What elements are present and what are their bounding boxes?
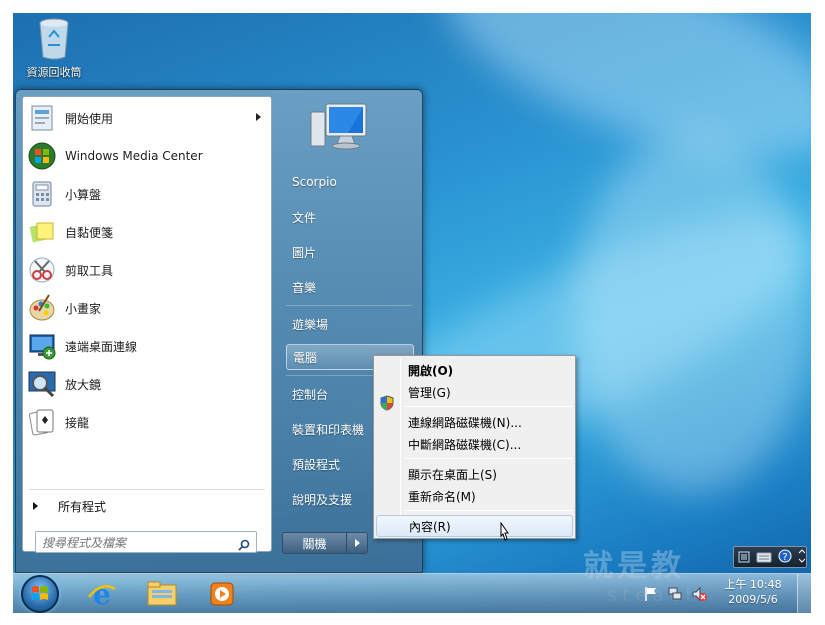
menu-separator	[404, 406, 573, 407]
getting-started-icon	[27, 103, 57, 133]
link-games[interactable]: 遊樂場	[286, 311, 414, 337]
svg-text:?: ?	[782, 552, 787, 563]
clock-time: 上午 10:48	[724, 578, 782, 591]
context-menu: 開啟(O) 管理(G) 連線網路磁碟機(N)... 中斷網路磁碟機(C)... …	[373, 355, 576, 539]
taskbar-internet-explorer[interactable]: e	[85, 577, 119, 611]
system-clock[interactable]: 上午 10:48 2009/5/6	[721, 577, 785, 611]
program-label: 小畫家	[65, 301, 102, 316]
media-player-icon	[210, 582, 234, 606]
program-snipping-tool[interactable]: 剪取工具	[27, 253, 269, 287]
langbar-options-icon[interactable]	[798, 548, 806, 567]
program-paint[interactable]: 小畫家	[27, 291, 269, 325]
input-method-icon[interactable]	[738, 548, 750, 567]
search-box[interactable]	[35, 531, 257, 553]
menu-item-open[interactable]: 開啟(O)	[376, 359, 573, 381]
svg-text:e: e	[93, 578, 111, 611]
divider	[29, 489, 265, 490]
program-calculator[interactable]: 小算盤	[27, 177, 269, 211]
network-icon[interactable]	[667, 586, 683, 606]
clock-date: 2009/5/6	[728, 593, 778, 606]
volume-muted-icon[interactable]	[691, 586, 707, 606]
program-label: 小算盤	[65, 187, 102, 202]
internet-explorer-icon: e	[88, 578, 116, 611]
windows-explorer-icon	[147, 581, 177, 606]
shutdown-button[interactable]: 關機	[283, 533, 347, 553]
program-label: 遠端桌面連線	[65, 339, 138, 354]
magnifier-icon	[27, 369, 57, 399]
submenu-arrow-icon	[256, 113, 261, 121]
start-button[interactable]	[21, 575, 59, 613]
shutdown-options-button[interactable]	[347, 533, 367, 553]
menu-item-map-network-drive[interactable]: 連線網路磁碟機(N)...	[376, 411, 573, 433]
media-center-icon	[27, 141, 57, 171]
action-center-flag-icon[interactable]	[643, 586, 659, 606]
program-label: 開始使用	[65, 111, 114, 126]
program-solitaire[interactable]: 接龍	[27, 405, 269, 439]
program-label: 接龍	[65, 415, 90, 430]
solitaire-icon	[27, 407, 57, 437]
recycle-bin-label: 資源回收筒	[26, 66, 82, 79]
search-icon[interactable]	[238, 536, 250, 551]
taskbar-windows-explorer[interactable]	[145, 577, 179, 611]
program-getting-started[interactable]: 開始使用	[27, 101, 269, 135]
remote-desktop-icon	[27, 331, 57, 361]
recycle-bin-icon	[37, 17, 71, 61]
mouse-pointer-icon	[497, 521, 511, 544]
user-picture[interactable]	[308, 98, 370, 158]
menu-item-properties[interactable]: 內容(R)	[376, 515, 573, 537]
all-programs-label: 所有程式	[58, 499, 107, 514]
start-menu: 開始使用 Windows Media Center 小算盤 自黏便箋 剪取工具 …	[15, 89, 423, 573]
program-label: 放大鏡	[65, 377, 102, 392]
program-sticky-notes[interactable]: 自黏便箋	[27, 215, 269, 249]
program-label: 剪取工具	[65, 263, 114, 278]
link-pictures[interactable]: 圖片	[286, 239, 414, 265]
expand-arrow-icon	[33, 502, 38, 510]
notification-area	[641, 578, 721, 610]
sticky-notes-icon	[27, 217, 57, 247]
all-programs-button[interactable]: 所有程式	[33, 495, 106, 517]
program-media-center[interactable]: Windows Media Center	[27, 139, 269, 173]
help-icon[interactable]: ?	[778, 548, 792, 567]
divider	[286, 305, 412, 306]
show-desktop-button[interactable]	[797, 574, 811, 613]
start-menu-programs-pane: 開始使用 Windows Media Center 小算盤 自黏便箋 剪取工具 …	[22, 96, 272, 553]
search-input[interactable]	[36, 533, 226, 553]
shutdown-button-group: 關機	[282, 532, 368, 554]
keyboard-icon[interactable]	[756, 548, 772, 567]
link-music[interactable]: 音樂	[286, 274, 414, 300]
desktop: 資源回收筒 開始使用 Windows Media Center 小算盤 自黏便箋…	[13, 13, 811, 613]
calculator-icon	[27, 179, 57, 209]
taskbar: e 上午 10:48 2009/5/6	[13, 573, 811, 613]
program-label: Windows Media Center	[65, 149, 203, 163]
menu-item-manage[interactable]: 管理(G)	[376, 381, 573, 403]
recycle-bin[interactable]: 資源回收筒	[19, 17, 89, 80]
snipping-tool-icon	[27, 255, 57, 285]
menu-separator	[404, 458, 573, 459]
chevron-right-icon	[354, 539, 360, 547]
program-remote-desktop[interactable]: 遠端桌面連線	[27, 329, 269, 363]
link-user[interactable]: Scorpio	[286, 169, 414, 195]
menu-item-disconnect-network-drive[interactable]: 中斷網路磁碟機(C)...	[376, 433, 573, 455]
language-bar[interactable]: ?	[733, 546, 807, 568]
link-documents[interactable]: 文件	[286, 204, 414, 230]
taskbar-media-player[interactable]	[205, 577, 239, 611]
menu-separator	[404, 510, 573, 511]
menu-item-show-on-desktop[interactable]: 顯示在桌面上(S)	[376, 463, 573, 485]
paint-icon	[27, 293, 57, 323]
windows-logo-icon	[32, 586, 48, 600]
program-magnifier[interactable]: 放大鏡	[27, 367, 269, 401]
menu-item-rename[interactable]: 重新命名(M)	[376, 485, 573, 507]
program-label: 自黏便箋	[65, 225, 114, 240]
